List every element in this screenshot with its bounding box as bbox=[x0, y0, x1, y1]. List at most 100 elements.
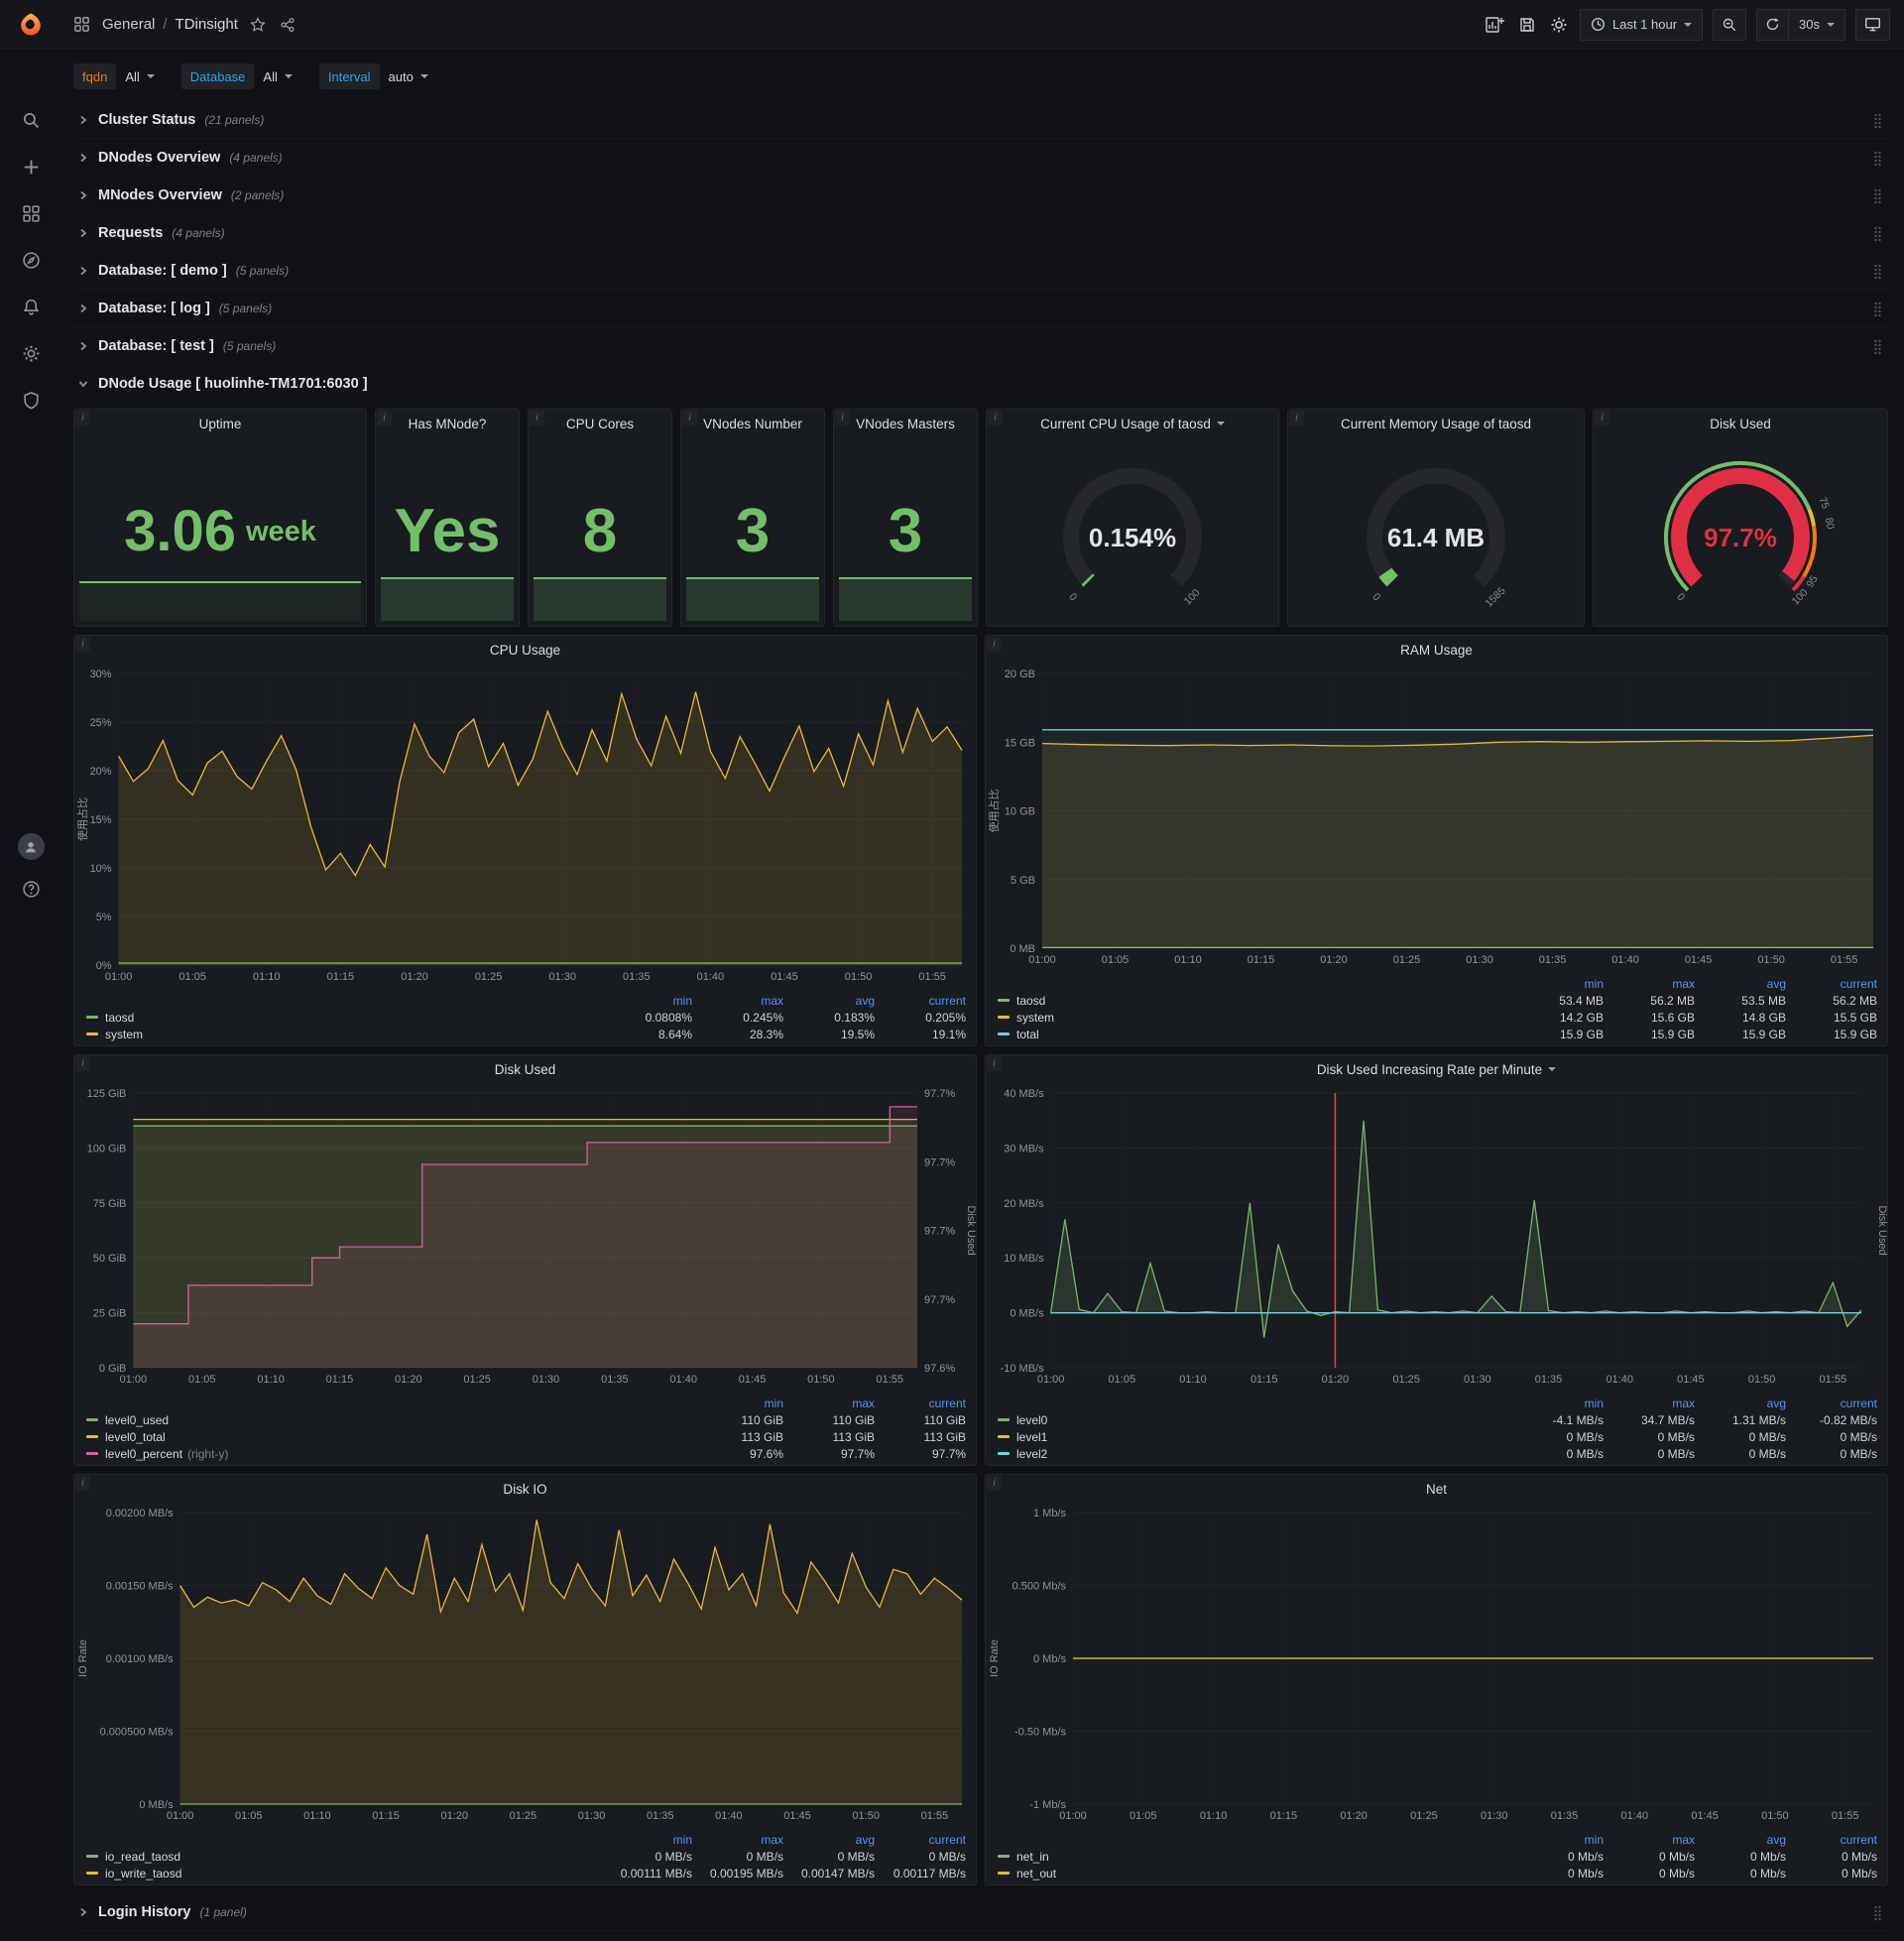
panel-info-icon[interactable]: i bbox=[75, 1476, 90, 1491]
panel-info-icon[interactable]: i bbox=[835, 411, 850, 425]
panel-title[interactable]: Has MNode? bbox=[376, 410, 519, 437]
legend-header: min max avg current bbox=[672, 1832, 966, 1847]
legend-series-toggle[interactable]: taosd bbox=[998, 994, 1512, 1008]
variable-database-label: Database bbox=[180, 63, 255, 89]
panel-info-icon[interactable]: i bbox=[75, 411, 90, 425]
row-drag-handle-icon[interactable] bbox=[1873, 264, 1882, 285]
panel-info-icon[interactable]: i bbox=[75, 1056, 90, 1071]
cpu-usage-chart-canvas[interactable]: 01:00 01:05 01:10 01:15 01:20 01:25 01:30 01:35… bbox=[74, 664, 976, 990]
row-drag-handle-icon[interactable] bbox=[1873, 339, 1882, 360]
cycle-view-button[interactable] bbox=[1855, 8, 1890, 41]
legend-series-toggle[interactable]: level1 bbox=[998, 1430, 1512, 1444]
share-icon[interactable] bbox=[278, 15, 298, 35]
svg-text:01:55: 01:55 bbox=[1832, 1810, 1859, 1822]
panel-title[interactable]: VNodes Number bbox=[681, 410, 824, 437]
panel-title[interactable]: Disk IO bbox=[74, 1475, 976, 1503]
variable-fqdn[interactable]: fqdn All bbox=[73, 63, 164, 89]
legend-series-toggle[interactable]: level0_total bbox=[86, 1430, 692, 1444]
panel-title[interactable]: Current Memory Usage of taosd bbox=[1288, 410, 1584, 437]
disk-used-chart-canvas[interactable]: 01:00 01:05 01:10 01:15 01:20 01:25 01:30 01:35… bbox=[74, 1083, 976, 1393]
row-collapsed-5[interactable]: Database: [ log ] (5 panels) bbox=[73, 290, 1888, 327]
disk-rate-chart-canvas[interactable]: 01:00 01:05 01:10 01:15 01:20 01:25 01:30 01:35… bbox=[986, 1083, 1887, 1393]
panel-title[interactable]: Net bbox=[986, 1475, 1887, 1503]
legend-series-toggle[interactable]: net_in bbox=[998, 1850, 1512, 1864]
grafana-logo-icon[interactable] bbox=[0, 12, 61, 38]
legend-series-toggle[interactable]: total bbox=[998, 1028, 1512, 1041]
panel-title[interactable]: Disk Used bbox=[74, 1055, 976, 1083]
explore-compass-icon[interactable] bbox=[22, 251, 41, 270]
legend-series-toggle[interactable]: taosd bbox=[86, 1011, 601, 1025]
variable-interval[interactable]: Interval auto bbox=[318, 63, 437, 89]
panel-info-icon[interactable]: i bbox=[987, 637, 1002, 652]
row-drag-handle-icon[interactable] bbox=[1873, 188, 1882, 209]
panel-title[interactable]: CPU Cores bbox=[529, 410, 671, 437]
svg-text:5 GB: 5 GB bbox=[1011, 875, 1035, 887]
zoom-out-button[interactable] bbox=[1713, 8, 1747, 41]
dashboard-settings-icon[interactable] bbox=[1548, 14, 1570, 36]
row-drag-handle-icon[interactable] bbox=[1873, 113, 1882, 134]
add-panel-icon[interactable] bbox=[1483, 13, 1506, 37]
dashboards-grid-icon[interactable] bbox=[71, 14, 92, 35]
ram-usage-chart-canvas[interactable]: 01:00 01:05 01:10 01:15 01:20 01:25 01:30 01:35… bbox=[986, 664, 1887, 973]
configuration-gear-icon[interactable] bbox=[22, 344, 41, 363]
panel-info-icon[interactable]: i bbox=[530, 411, 544, 425]
panel-title[interactable]: Current CPU Usage of taosd bbox=[987, 410, 1278, 437]
row-collapsed-3[interactable]: Requests (4 panels) bbox=[73, 214, 1888, 252]
create-plus-icon[interactable] bbox=[22, 158, 41, 177]
panel-info-icon[interactable]: i bbox=[987, 1056, 1002, 1071]
panel-info-icon[interactable]: i bbox=[987, 1476, 1002, 1491]
row-drag-handle-icon[interactable] bbox=[1873, 226, 1882, 247]
row-dnode-usage[interactable]: DNode Usage [ huolinhe-TM1701:6030 ] bbox=[73, 365, 1888, 403]
server-admin-shield-icon[interactable] bbox=[22, 391, 41, 410]
row-drag-handle-icon[interactable] bbox=[1873, 1905, 1882, 1926]
disk-io-chart-canvas[interactable]: 01:00 01:05 01:10 01:15 01:20 01:25 01:30 01:35… bbox=[74, 1503, 976, 1829]
refresh-interval-dropdown[interactable]: 30s bbox=[1788, 8, 1845, 41]
row-collapsed-2[interactable]: MNodes Overview (2 panels) bbox=[73, 177, 1888, 214]
panel-title[interactable]: Uptime bbox=[74, 410, 366, 437]
star-icon[interactable] bbox=[248, 15, 268, 35]
breadcrumb-section[interactable]: General bbox=[102, 16, 155, 33]
legend-row-level0_total: level0_total 113 GiB 113 GiB 113 GiB bbox=[86, 1428, 966, 1445]
legend-series-toggle[interactable]: io_read_taosd bbox=[86, 1850, 601, 1864]
panel-title[interactable]: VNodes Masters bbox=[834, 410, 977, 437]
panel-info-icon[interactable]: i bbox=[1289, 411, 1304, 425]
panel-title[interactable]: Disk Used Increasing Rate per Minute bbox=[986, 1055, 1887, 1083]
panel-info-icon[interactable]: i bbox=[988, 411, 1003, 425]
legend-row-level0_percent: level0_percent (right-y) 97.6% 97.7% 97.7% bbox=[86, 1445, 966, 1462]
dashboards-icon[interactable] bbox=[22, 204, 41, 223]
row-drag-handle-icon[interactable] bbox=[1873, 151, 1882, 172]
chevron-right-icon bbox=[77, 340, 89, 352]
row-collapsed-0[interactable]: Cluster Status (21 panels) bbox=[73, 101, 1888, 139]
panel-title[interactable]: RAM Usage bbox=[986, 636, 1887, 664]
panel-title[interactable]: Disk Used bbox=[1594, 410, 1887, 437]
legend-series-toggle[interactable]: net_out bbox=[998, 1867, 1512, 1880]
legend-series-toggle[interactable]: level0 bbox=[998, 1413, 1512, 1427]
legend-series-toggle[interactable]: level2 bbox=[998, 1447, 1512, 1461]
help-icon[interactable] bbox=[22, 880, 41, 899]
breadcrumb-title[interactable]: TDinsight bbox=[176, 16, 238, 33]
row-collapsed-6[interactable]: Database: [ test ] (5 panels) bbox=[73, 327, 1888, 365]
legend-series-toggle[interactable]: level0_percent (right-y) bbox=[86, 1447, 692, 1461]
search-icon[interactable] bbox=[22, 111, 41, 130]
variable-database[interactable]: Database All bbox=[180, 63, 301, 89]
row-login-history[interactable]: Login History (1 panel) bbox=[73, 1893, 1888, 1931]
refresh-button[interactable] bbox=[1756, 8, 1789, 41]
row-drag-handle-icon[interactable] bbox=[1873, 302, 1882, 322]
panel-title[interactable]: CPU Usage bbox=[74, 636, 976, 664]
legend-series-toggle[interactable]: system bbox=[86, 1028, 601, 1041]
alerting-bell-icon[interactable] bbox=[22, 298, 41, 316]
time-range-picker[interactable]: Last 1 hour bbox=[1579, 8, 1704, 41]
legend-series-toggle[interactable]: io_write_taosd bbox=[86, 1867, 601, 1880]
chevron-right-icon bbox=[77, 114, 89, 126]
panel-info-icon[interactable]: i bbox=[377, 411, 392, 425]
net-chart-canvas[interactable]: 01:00 01:05 01:10 01:15 01:20 01:25 01:30 01:35… bbox=[986, 1503, 1887, 1829]
row-collapsed-4[interactable]: Database: [ demo ] (5 panels) bbox=[73, 252, 1888, 290]
panel-info-icon[interactable]: i bbox=[1595, 411, 1609, 425]
user-avatar[interactable] bbox=[17, 833, 45, 860]
row-collapsed-1[interactable]: DNodes Overview (4 panels) bbox=[73, 139, 1888, 177]
legend-series-toggle[interactable]: system bbox=[998, 1011, 1512, 1025]
panel-info-icon[interactable]: i bbox=[682, 411, 697, 425]
legend-series-toggle[interactable]: level0_used bbox=[86, 1413, 692, 1427]
save-dashboard-icon[interactable] bbox=[1516, 14, 1538, 36]
panel-info-icon[interactable]: i bbox=[75, 637, 90, 652]
